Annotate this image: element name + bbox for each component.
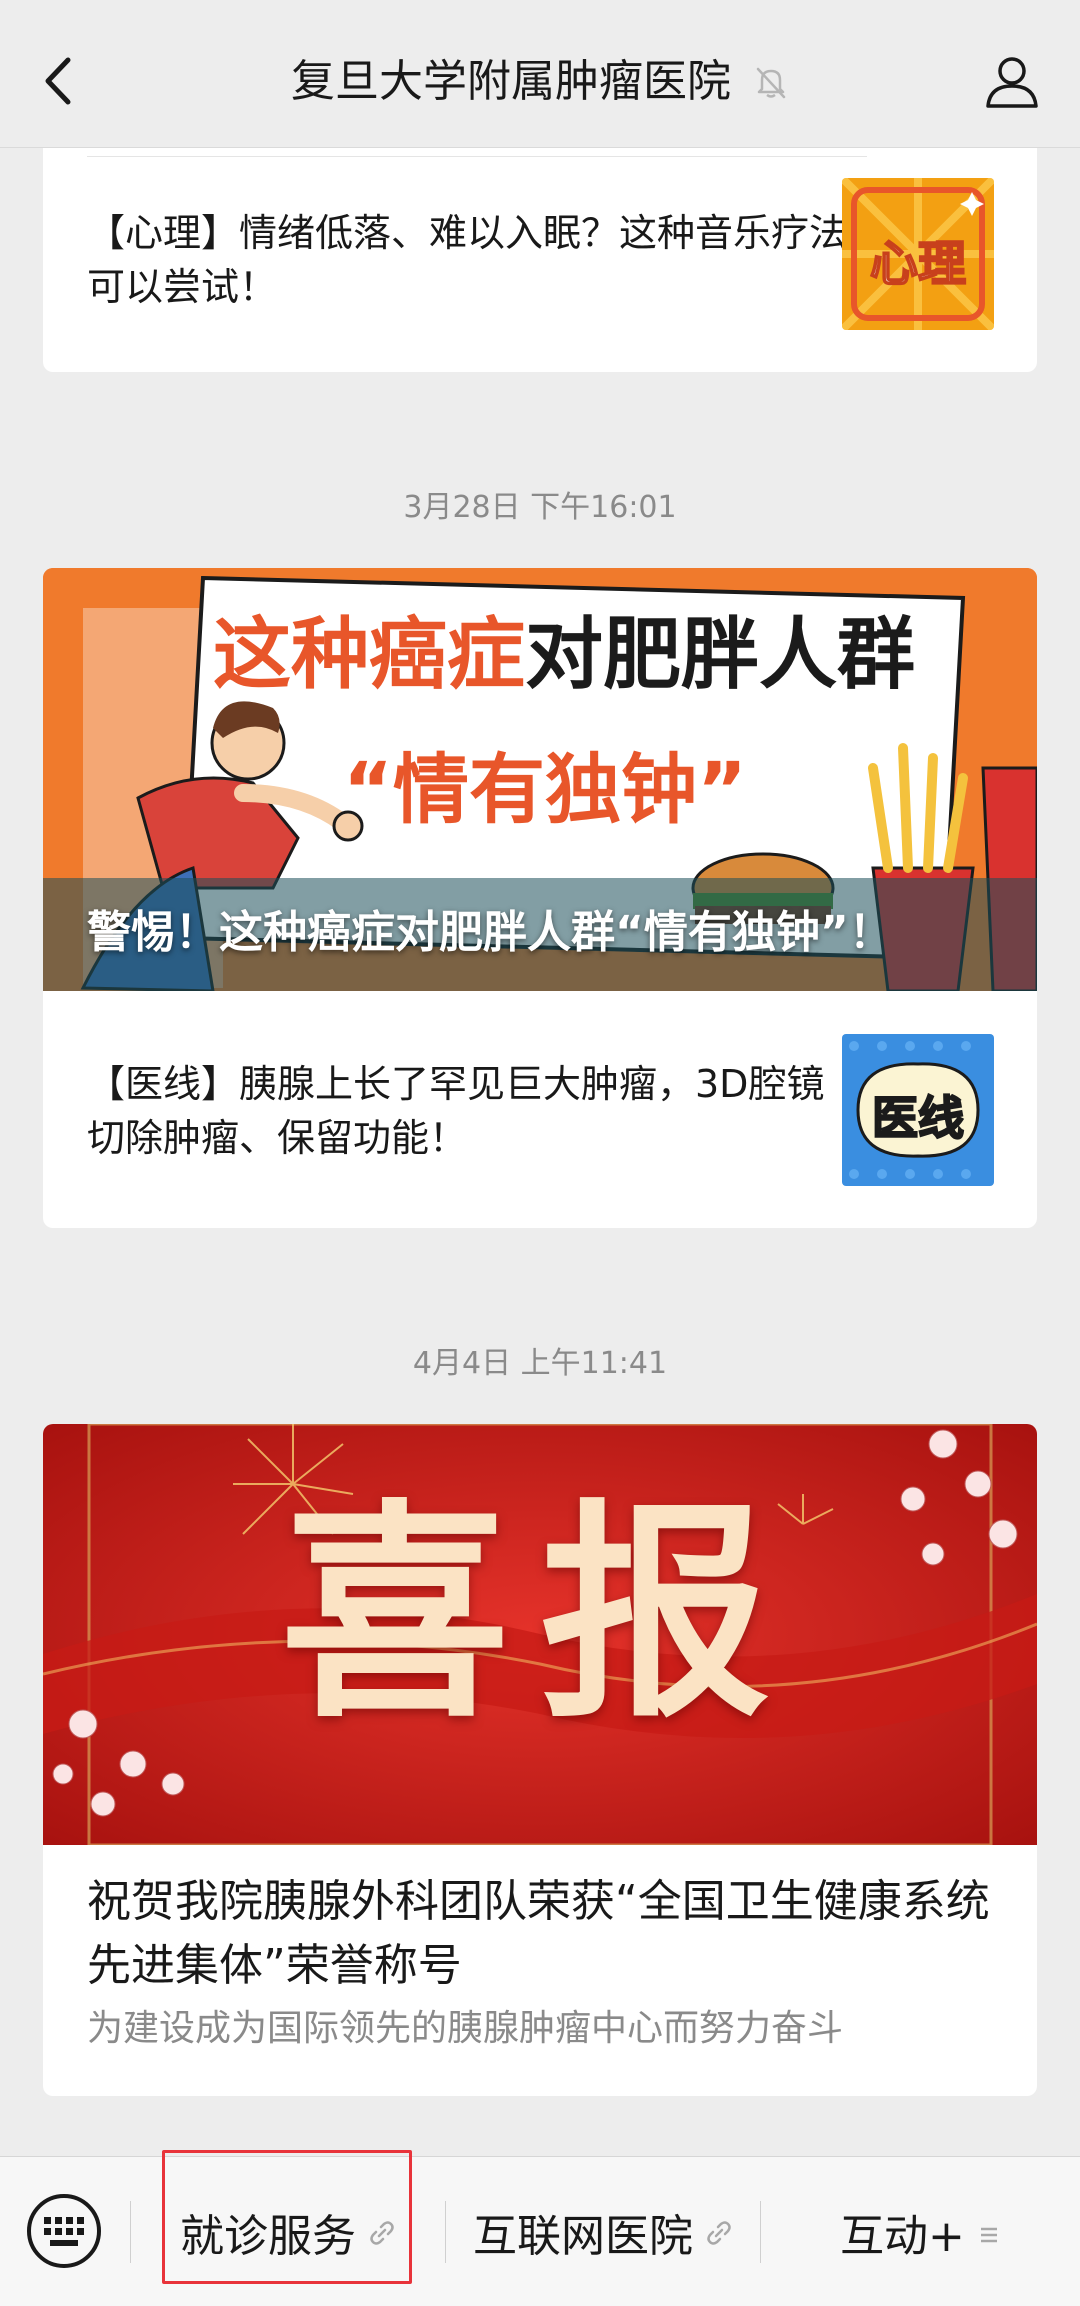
top-nav-bar: 复旦大学附属肿瘤医院 bbox=[0, 0, 1080, 148]
bottom-menu-bar: 就诊服务 互联网医院 互动+ bbox=[0, 2156, 1080, 2306]
keyboard-toggle-button[interactable] bbox=[26, 2193, 102, 2269]
hero-good-news-text: 喜报 bbox=[280, 1479, 800, 1749]
article-row-psychology[interactable]: 【心理】情绪低落、难以入眠？这种音乐疗法可以尝试！ 心理 bbox=[43, 148, 1037, 372]
menu-item-clinic-services[interactable]: 就诊服务 bbox=[131, 2157, 445, 2306]
article-card-1: 【心理】情绪低落、难以入眠？这种音乐疗法可以尝试！ 心理 bbox=[43, 148, 1037, 372]
message-timestamp: 3月28日 下午16:01 bbox=[403, 490, 677, 525]
user-icon bbox=[986, 57, 1038, 108]
menu-item-label: 互联网医院 bbox=[473, 2211, 693, 2262]
keyboard-icon bbox=[27, 2194, 101, 2268]
article-title: 【医线】胰腺上长了罕见巨大肿瘤，3D腔镜切除肿瘤、保留功能！ bbox=[87, 1062, 825, 1160]
menu-item-interaction[interactable]: 互动+ bbox=[761, 2157, 1080, 2306]
article-thumbnail: 医线 bbox=[842, 1034, 994, 1186]
thumbnail-label: 心理 bbox=[869, 235, 967, 293]
menu-item-internet-hospital[interactable]: 互联网医院 bbox=[446, 2157, 760, 2306]
hero-headline-quote: “情有独钟” bbox=[343, 745, 747, 834]
page-title: 复旦大学附属肿瘤医院 bbox=[291, 56, 731, 107]
link-icon bbox=[705, 2207, 733, 2258]
profile-button[interactable] bbox=[980, 50, 1044, 114]
article-title: 祝贺我院胰腺外科团队荣获“全国卫生健康系统先进集体”荣誉称号 bbox=[87, 1876, 990, 1991]
hero-banner-good-news: 喜报 bbox=[43, 1424, 1037, 1845]
hero-headline: 这种癌症对肥胖人群 bbox=[213, 610, 916, 700]
article-subtitle: 为建设成为国际领先的胰腺肿瘤中心而努力奋斗 bbox=[87, 2008, 844, 2049]
thumbnail-label: 医线 bbox=[871, 1090, 965, 1146]
article-title: 【心理】情绪低落、难以入眠？这种音乐疗法可以尝试！ bbox=[87, 211, 848, 309]
menu-item-label: 就诊服务 bbox=[180, 2211, 356, 2262]
article-thumbnail: 心理 bbox=[842, 178, 994, 330]
bell-off-icon bbox=[756, 67, 786, 99]
article-card-2: 这种癌症对肥胖人群 “情有独钟” 警惕！这种癌症对肥胖人群“情有独钟”！ 【医线… bbox=[43, 568, 1037, 1228]
link-icon bbox=[368, 2207, 396, 2258]
menu-lines-icon bbox=[977, 2207, 1001, 2258]
article-card-3[interactable]: 喜报 祝贺我院胰腺外科团队荣获“全国卫生健康系统先进集体”荣誉称号 为建设成为国… bbox=[43, 1424, 1037, 2096]
hero-banner-obesity[interactable]: 这种癌症对肥胖人群 “情有独钟” 警惕！这种癌症对肥胖人群“情有独钟”！ bbox=[43, 568, 1037, 991]
menu-item-label: 互动+ bbox=[840, 2211, 965, 2262]
article-row-medical[interactable]: 【医线】胰腺上长了罕见巨大肿瘤，3D腔镜切除肿瘤、保留功能！ 医线 bbox=[43, 991, 1037, 1228]
message-timestamp: 4月4日 上午11:41 bbox=[412, 1346, 668, 1381]
hero-caption: 警惕！这种癌症对肥胖人群“情有独钟”！ bbox=[87, 907, 893, 958]
page-title-area: 复旦大学附属肿瘤医院 bbox=[0, 52, 1080, 112]
